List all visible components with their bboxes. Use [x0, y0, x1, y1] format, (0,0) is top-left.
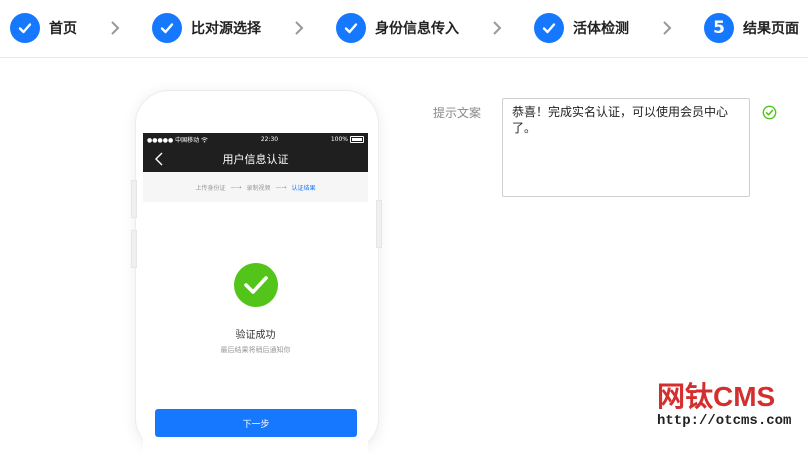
step-number: 5	[704, 13, 734, 43]
phone-screen: ●●●●● 中国移动 22:30 100% 用户信息认证 上传身份证 —→ 录制…	[143, 133, 368, 453]
wifi-icon	[201, 136, 208, 142]
chevron-right-icon	[493, 21, 502, 35]
watermark-url: http://otcms.com	[657, 413, 792, 429]
battery-percent: 100%	[330, 136, 348, 143]
progress-step: 上传身份证	[195, 184, 226, 192]
chevron-right-icon	[663, 21, 672, 35]
prompt-text-textarea[interactable]: 恭喜！完成实名认证，可以使用会员中心了。	[502, 98, 750, 197]
step-label: 结果页面	[743, 21, 799, 37]
progress-arrow: —→	[275, 183, 287, 191]
phone-side-button	[131, 230, 137, 268]
step-label: 活体检测	[573, 21, 629, 37]
back-arrow-icon[interactable]	[153, 151, 165, 167]
step-result-page[interactable]: 5 结果页面	[704, 12, 799, 44]
result-title: 验证成功	[235, 330, 276, 341]
chevron-right-icon	[295, 21, 304, 35]
success-check-icon	[234, 263, 278, 307]
step-label: 首页	[49, 21, 77, 37]
prompt-text-label: 提示文案	[433, 106, 482, 120]
step-label: 身份信息传入	[375, 21, 459, 37]
steps-bar: 首页 比对源选择 身份信息传入 活体检测 5 结果页面	[0, 0, 808, 58]
phone-progress-steps: 上传身份证 —→ 录制视频 —→ 认证结果	[143, 172, 368, 202]
check-icon	[336, 13, 366, 43]
next-step-button[interactable]: 下一步	[155, 409, 357, 437]
watermark-logo: 网钛CMS	[657, 381, 776, 412]
phone-side-button	[131, 180, 137, 218]
step-liveness[interactable]: 活体检测	[534, 12, 629, 44]
check-icon	[10, 13, 40, 43]
chevron-right-icon	[111, 21, 120, 35]
phone-nav-title: 用户信息认证	[222, 153, 289, 166]
progress-step: 录制视频	[246, 184, 271, 192]
progress-step-active: 认证结果	[291, 184, 316, 192]
progress-arrow: —→	[230, 183, 242, 191]
check-icon	[152, 13, 182, 43]
step-identity-info[interactable]: 身份信息传入	[336, 12, 459, 44]
status-time: 22:30	[260, 136, 279, 143]
step-label: 比对源选择	[191, 21, 261, 37]
step-source-select[interactable]: 比对源选择	[152, 12, 261, 44]
phone-side-button	[376, 200, 382, 248]
step-home[interactable]: 首页	[10, 12, 77, 44]
battery-icon	[349, 136, 364, 143]
status-bar: ●●●●● 中国移动 22:30 100%	[143, 133, 368, 146]
carrier-text: ●●●●● 中国移动	[147, 137, 200, 144]
check-circle-icon	[762, 105, 777, 120]
phone-navbar: 用户信息认证	[143, 146, 368, 172]
check-icon	[534, 13, 564, 43]
result-subtitle: 最后结果将稍后通知你	[220, 346, 291, 354]
